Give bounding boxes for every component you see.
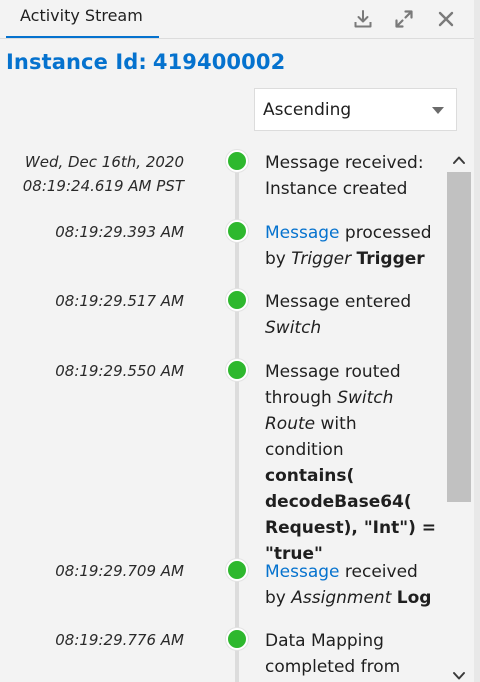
event-text: received (339, 562, 418, 582)
event-time: 08:19:29.776 AM (55, 631, 184, 649)
event-time: 08:19:29.517 AM (55, 292, 184, 310)
event-message: Message processed by Trigger Trigger (265, 220, 440, 272)
status-dot (226, 150, 248, 172)
tab-label: Activity Stream (20, 6, 143, 25)
event-message: Message received: Instance created (265, 150, 440, 202)
event-message: Message received by Assignment Log (265, 559, 440, 611)
message-link[interactable]: Message (265, 562, 340, 582)
event-text: completed from (265, 657, 401, 677)
event-time: 08:19:29.393 AM (55, 223, 184, 241)
event-text: Message entered (265, 292, 412, 312)
vertical-scrollbar[interactable] (446, 150, 472, 682)
panel-edge (474, 0, 480, 682)
scroll-thumb[interactable] (447, 172, 471, 502)
event-text: by (265, 249, 292, 269)
event-time: 08:19:24.619 AM PST (22, 177, 184, 195)
chevron-up-icon[interactable] (452, 152, 466, 166)
instance-label: Instance Id: (6, 50, 147, 74)
scroll-track[interactable] (447, 172, 471, 652)
event-timestamp: 08:19:29.517 AM (55, 289, 184, 313)
status-dot (226, 220, 248, 242)
event-text: by (265, 588, 292, 608)
message-link[interactable]: Message (265, 223, 340, 243)
download-icon[interactable] (352, 8, 374, 30)
event-time: 08:19:29.550 AM (55, 362, 184, 380)
event-condition: contains( decodeBase64( Request), "Int")… (265, 466, 437, 564)
event-text: Instance created (265, 179, 408, 199)
event-type: Trigger (291, 249, 352, 269)
event-text: processed (339, 223, 432, 243)
status-dot (226, 289, 248, 311)
status-dot (226, 559, 248, 581)
activity-stream-panel: Activity Stream Instance Id: 419400002 As… (0, 0, 480, 682)
event-type: Switch (265, 318, 322, 338)
event-message: Data Mapping completed from (265, 628, 440, 680)
chevron-down-icon[interactable] (452, 668, 466, 682)
event-time: 08:19:29.709 AM (55, 562, 184, 580)
page-title: Instance Id: 419400002 (6, 50, 285, 74)
event-target: Trigger (356, 249, 425, 269)
event-text: Data Mapping (265, 631, 384, 651)
event-text: through (265, 388, 338, 408)
expand-icon[interactable] (393, 8, 415, 30)
tab-activity-stream[interactable]: Activity Stream (6, 0, 159, 38)
event-timestamp: 08:19:29.550 AM (55, 359, 184, 383)
event-message: Message routed through Switch Route with… (265, 359, 437, 567)
event-message: Message entered Switch (265, 289, 440, 341)
event-timestamp: 08:19:29.393 AM (55, 220, 184, 244)
event-text: Message routed (265, 362, 401, 382)
event-timestamp: Wed, Dec 16th, 2020 08:19:24.619 AM PST (23, 150, 184, 198)
status-dot (226, 628, 248, 650)
close-icon[interactable] (435, 8, 457, 30)
event-target: Log (396, 588, 432, 608)
event-type: Assignment (291, 588, 392, 608)
sort-order-select[interactable]: Ascending (254, 88, 457, 131)
sort-order-value: Ascending (263, 100, 352, 120)
event-timestamp: 08:19:29.776 AM (55, 628, 184, 652)
instance-id: 419400002 (152, 50, 286, 74)
event-text: Message received: (265, 153, 424, 173)
panel-header: Activity Stream (0, 0, 474, 39)
chevron-down-icon[interactable] (432, 107, 444, 114)
status-dot (226, 359, 248, 381)
event-timestamp: 08:19:29.709 AM (55, 559, 184, 583)
event-date: Wed, Dec 16th, 2020 (24, 153, 184, 171)
